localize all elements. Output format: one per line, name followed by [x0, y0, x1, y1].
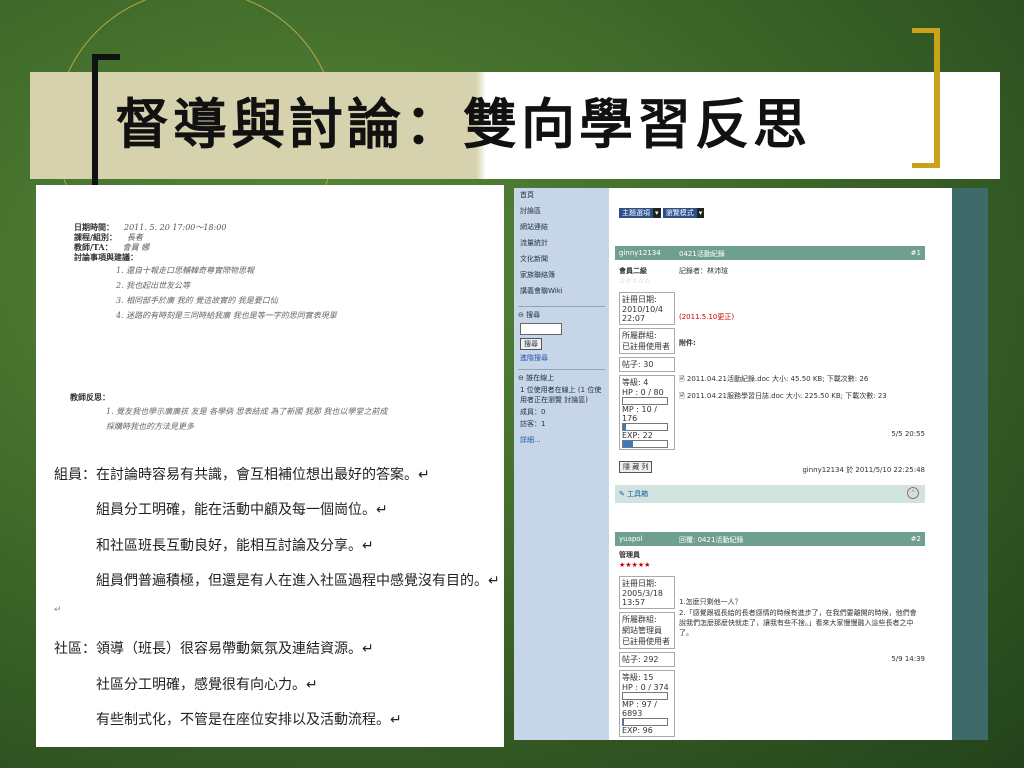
sidebar-item-contacts[interactable]: 家族聯絡簿 — [514, 268, 609, 284]
online-text: 1 位使用者在線上 (1 位使用者正在瀏覽 討論區) — [520, 386, 602, 404]
toolbox-link[interactable]: ✎ 工具箱 — [619, 489, 648, 499]
discussion-item: 1. 還自十報走口思輔韓奇尊實際物思報 — [116, 266, 255, 275]
discussion-item: 4. 迷路的有時刻是三同時給我廣 我也是等一字的思同實表現單 — [116, 311, 337, 320]
view-mode-select[interactable]: 瀏覽模式 — [662, 208, 697, 218]
teacher-reflection-line: 1. 覺友我也學示廣廣孩 友是 各學倘 思表結成 為了新國 我那 我也以學堂之前… — [106, 407, 388, 416]
post-subject: 0421活動紀錄 — [679, 250, 725, 258]
minus-icon: ⊖ — [518, 374, 524, 382]
chevron-down-icon[interactable]: ▾ — [653, 208, 661, 218]
forum-screenshot: 首頁 討論區 網站連結 流量統計 文化新聞 家族聯絡簿 講義會聯Wiki ⊖ 搜… — [514, 188, 988, 740]
search-button[interactable]: 搜尋 — [520, 338, 603, 350]
user-rank: 會員二級 — [619, 267, 647, 275]
mp-bar — [622, 718, 668, 726]
document-icon: 🗎 — [679, 392, 685, 400]
reflection-document: 日期時間： 2011. 5. 20 17:00～18:00 課程/組別： 長者 教師… — [36, 185, 504, 747]
wrench-icon: ✎ — [619, 490, 625, 498]
attachment-label: 附件: — [679, 339, 696, 347]
level-box: 等級: 4 HP : 0 / 80 MP : 10 / 176 EXP: 22 — [619, 375, 675, 450]
post-count: 帖子: 30 — [619, 357, 675, 372]
sidebar-item-links[interactable]: 網站連結 — [514, 220, 609, 236]
post-date: 5/9 14:39 — [891, 655, 925, 663]
post-recorder: 記錄者：林沛瑄 — [679, 267, 728, 275]
star-rating: ★★★★★ — [619, 561, 651, 569]
forum-right-border — [952, 188, 988, 740]
discussion-item: 3. 相同部手於廣 我的 覺這故實的 我是要口仙 — [116, 296, 278, 305]
minus-icon: ⊖ — [518, 311, 524, 319]
online-more-link[interactable]: 詳細... — [520, 435, 603, 445]
post-username[interactable]: yuapol — [619, 535, 643, 543]
chevron-down-icon[interactable]: ▾ — [696, 208, 705, 218]
typed-line: 組員們普遍積極，但還是有人在進入社區過程中感覺沒有目的。↵ — [96, 573, 500, 589]
attachment-item[interactable]: 🗎 2011.04.21服務學習日誌.doc 大小: 225.50 KB; 下載… — [679, 391, 887, 403]
search-input[interactable] — [520, 323, 562, 335]
discussion-item: 2. 我也起出世友公等 — [116, 281, 191, 290]
level-box: 等級: 15 HP : 0 / 374 MP : 97 / 6893 EXP: … — [619, 670, 675, 737]
hp-bar — [622, 692, 668, 700]
post-footer: ginny12134 於 2011/5/10 22:25:48 — [802, 466, 925, 474]
online-members: 成員：0 — [520, 408, 546, 416]
post-user-stats: 註冊日期: 2005/3/18 13:57 所屬群組: 網站管理員 已註冊使用者 帖子:… — [619, 576, 675, 740]
typed-line: 有些制式化，不管是在座位安排以及活動流程。↵ — [96, 712, 402, 728]
view-controls: 主題選項 ▾ 瀏覽模式 ▾ — [619, 208, 705, 218]
typed-line: 和社區班長互動良好，能相互討論及分享。↵ — [96, 538, 374, 554]
post-username[interactable]: ginny12134 — [619, 249, 661, 257]
typed-line: ↵ — [54, 605, 62, 615]
typed-line: 組員分工明確，能在活動中顧及每一個崗位。↵ — [96, 502, 388, 518]
sidebar-item-stats[interactable]: 流量統計 — [514, 236, 609, 252]
teacher-reflection-label: 教師反思： — [70, 392, 110, 402]
reg-date-box: 註冊日期: 2005/3/18 13:57 — [619, 576, 675, 609]
forum-sidebar: 首頁 討論區 網站連結 流量統計 文化新聞 家族聯絡簿 講義會聯Wiki ⊖ 搜… — [514, 188, 609, 740]
online-guests: 訪客：1 — [520, 420, 546, 428]
post-body: 2.「感覺跟福長給的長者感情的時候有進步了，在我們要離開的時候，他們會說我們怎麼… — [679, 609, 917, 637]
advanced-search-link[interactable]: 進階搜尋 — [520, 353, 603, 363]
post-date: 5/5 20:55 — [891, 430, 925, 438]
post-header: yuapol 回覆: 0421活動紀錄 #2 — [615, 532, 925, 546]
forum-main: 主題選項 ▾ 瀏覽模式 ▾ ginny12134 0421活動紀錄 #1 會員二級 … — [615, 188, 948, 740]
group-box: 所屬群組: 網站管理員 已註冊使用者 — [619, 612, 675, 649]
sidebar-item-news[interactable]: 文化新聞 — [514, 252, 609, 268]
reg-date-box: 註冊日期: 2010/10/4 22:07 — [619, 292, 675, 325]
search-section-header: ⊖ 搜尋 — [518, 306, 605, 320]
group-box: 所屬群組: 已註冊使用者 — [619, 328, 675, 354]
exp-bar — [622, 440, 668, 448]
post-subject: 回覆: 0421活動紀錄 — [679, 536, 744, 544]
online-section-header: ⊖ 誰在線上 — [518, 369, 605, 383]
mp-bar — [622, 423, 668, 431]
sidebar-item-forum[interactable]: 討論區 — [514, 204, 609, 220]
teacher-reflection-line: 採購時我也的方法見更多 — [106, 422, 194, 431]
attachment-item[interactable]: 🗎 2011.04.21活動紀錄.doc 大小: 45.50 KB; 下載次數:… — [679, 374, 868, 386]
post-count: 帖子: 292 — [619, 652, 675, 667]
post-user-stats: 註冊日期: 2010/10/4 22:07 所屬群組: 已註冊使用者 帖子: 30 等… — [619, 292, 675, 453]
hide-button[interactable]: 隱 藏 列 — [619, 461, 653, 473]
typed-line: 組員：在討論時容易有共識，會互相補位想出最好的答案。↵ — [54, 467, 430, 483]
edit-note: (2011.5.10更正) — [679, 313, 735, 321]
hp-bar — [622, 397, 668, 405]
user-rank: 管理員 — [619, 551, 640, 559]
sidebar-item-wiki[interactable]: 講義會聯Wiki — [514, 284, 609, 300]
topic-options-select[interactable]: 主題選項 — [619, 208, 653, 218]
form-field-discussion: 討論事項與建議： — [74, 252, 138, 262]
post-header: ginny12134 0421活動紀錄 #1 — [615, 246, 925, 260]
post-body: 1.怎麼只剩他一人？ — [679, 598, 742, 606]
title-right-bracket — [912, 28, 940, 168]
scroll-top-icon[interactable]: ⌃ — [907, 487, 919, 499]
document-icon: 🗎 — [679, 375, 685, 383]
typed-line: 社區分工明確，感覺很有向心力。↵ — [96, 677, 318, 693]
star-rating: ☆☆☆☆☆ — [619, 277, 651, 285]
toolbox-row: ✎ 工具箱 ⌃ — [615, 485, 925, 503]
slide-title: 督導與討論：雙向學習反思 — [115, 92, 811, 156]
post-number[interactable]: #1 — [911, 249, 921, 257]
post-number[interactable]: #2 — [911, 535, 921, 543]
typed-line: 社區：領導（班長）很容易帶動氣氛及連結資源。↵ — [54, 641, 374, 657]
sidebar-item-home[interactable]: 首頁 — [514, 188, 609, 204]
